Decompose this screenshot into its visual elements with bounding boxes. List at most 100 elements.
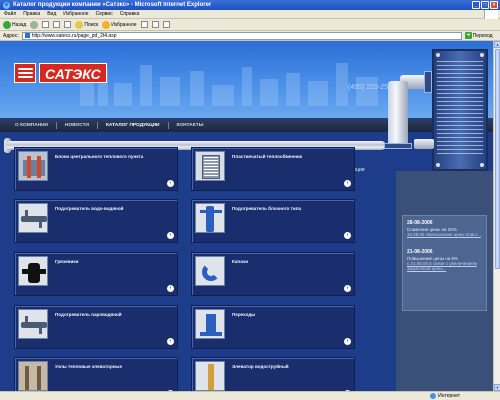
- windows-flag-icon: [484, 10, 498, 19]
- news-item: 21-08-2006 Повышение цены на 5% с 21.08.…: [403, 245, 486, 271]
- scroll-thumb[interactable]: [495, 49, 500, 269]
- product-thumbnail: [195, 256, 225, 286]
- nav-news[interactable]: НОВОСТИ: [60, 119, 94, 132]
- search-icon: [75, 20, 84, 29]
- nav-divider: [167, 122, 169, 129]
- product-name: Подогреватель блочного типа: [232, 206, 302, 211]
- product-name: Переходы: [232, 312, 256, 317]
- news-panel: 28-08-2006 Снижение цены на 20% 10.08.06…: [402, 215, 487, 311]
- zone-label: Интернет: [438, 393, 460, 399]
- product-name: Подогреватель пароводяной: [55, 312, 122, 317]
- news-link[interactable]: 10.08.06 Уменьшение цены пласт...: [407, 232, 482, 237]
- menu-help[interactable]: Справка: [120, 11, 140, 17]
- back-button[interactable]: Назад: [3, 20, 27, 29]
- product-thumbnail: [18, 203, 48, 233]
- home-icon[interactable]: [64, 21, 72, 28]
- menu-favorites[interactable]: Избранное: [63, 11, 88, 17]
- arrow-right-icon[interactable]: ›: [167, 232, 174, 239]
- news-sidebar: 28-08-2006 Снижение цены на 20% 10.08.06…: [396, 171, 493, 391]
- product-card[interactable]: Подогреватель пароводяной ›: [14, 305, 178, 349]
- vertical-scrollbar[interactable]: ▲ ▼: [493, 41, 500, 391]
- ie-logo-icon: e: [3, 1, 10, 9]
- heat-exchanger-illustration: [380, 41, 493, 171]
- site-logo[interactable]: САТЭКС: [14, 61, 126, 93]
- forward-arrow-icon[interactable]: [30, 20, 39, 29]
- product-thumbnail: [18, 361, 48, 391]
- product-name: Капачи: [232, 259, 249, 264]
- menu-file[interactable]: Файл: [4, 11, 16, 17]
- product-thumbnail: [195, 361, 225, 391]
- go-label: Переход: [472, 32, 493, 39]
- arrow-right-icon[interactable]: ›: [167, 285, 174, 292]
- product-name: Грязевики: [55, 259, 79, 264]
- product-card[interactable]: Капачи ›: [191, 252, 355, 296]
- minimize-icon[interactable]: _: [472, 1, 480, 9]
- menu-tools[interactable]: Сервис: [96, 11, 113, 17]
- nav-divider: [97, 122, 98, 129]
- address-bar: Адрес: http://www.satecs.ru/page_pd_2t4.…: [0, 31, 500, 41]
- nav-catalog[interactable]: КАТАЛОГ ПРОДУКЦИИ: [101, 119, 165, 132]
- product-thumbnail: [195, 151, 225, 181]
- nav-contacts[interactable]: КОНТАКТЫ: [172, 119, 209, 132]
- status-bar: Интернет: [0, 391, 500, 400]
- arrow-right-icon[interactable]: ›: [344, 232, 351, 239]
- scroll-up-icon[interactable]: ▲: [494, 41, 500, 48]
- nav-about[interactable]: О КОМПАНИИ: [10, 119, 53, 132]
- news-date: 21-08-2006: [407, 249, 433, 255]
- stop-icon[interactable]: [42, 21, 50, 28]
- product-name: Подогреватель водо-водяной: [55, 206, 124, 211]
- product-name: Пластинчатый теплообменник: [232, 154, 303, 159]
- address-url: http://www.satecs.ru/page_pd_2t4.asp: [31, 32, 117, 39]
- product-card[interactable]: Подогреватель водо-водяной ›: [14, 199, 178, 243]
- history-icon[interactable]: [140, 21, 148, 28]
- close-icon[interactable]: ×: [490, 1, 498, 9]
- address-label: Адрес:: [3, 32, 19, 39]
- globe-icon: [430, 393, 437, 399]
- menu-view[interactable]: Вид: [47, 11, 56, 17]
- window-controls: _ □ ×: [472, 1, 498, 9]
- product-card[interactable]: Элеватор водоструйный ›: [191, 357, 355, 391]
- mail-icon[interactable]: [151, 21, 159, 28]
- product-name: Элеватор водоструйный: [232, 364, 289, 369]
- security-zone: Интернет: [430, 393, 460, 399]
- product-card[interactable]: Узлы тепловые элеваторные ›: [14, 357, 178, 391]
- arrow-right-icon[interactable]: ›: [344, 338, 351, 345]
- star-icon: [102, 20, 111, 29]
- nav-divider: [56, 122, 57, 129]
- go-button[interactable]: ➜ Переход: [464, 32, 493, 39]
- product-card[interactable]: Пластинчатый теплообменник ›: [191, 147, 355, 191]
- back-arrow-icon: [3, 20, 11, 29]
- news-date: 28-08-2006: [407, 220, 433, 226]
- arrow-right-icon[interactable]: ›: [167, 180, 174, 187]
- search-button[interactable]: Поиск: [75, 20, 98, 29]
- product-thumbnail: [18, 256, 48, 286]
- arrow-right-icon[interactable]: ›: [344, 180, 351, 187]
- product-name: Узлы тепловые элеваторные: [55, 364, 122, 369]
- product-thumbnail: [195, 203, 225, 233]
- product-thumbnail: [18, 151, 48, 181]
- product-card[interactable]: Переходы ›: [191, 305, 355, 349]
- window-titlebar[interactable]: e Каталог продукции компании «Сатэкс» - …: [0, 0, 500, 10]
- menu-edit[interactable]: Правка: [23, 11, 40, 17]
- news-link[interactable]: с 21.08.06 в связи с увеличением закупоч…: [407, 261, 482, 271]
- window-title: Каталог продукции компании «Сатэкс» - Mi…: [13, 2, 212, 8]
- back-label: Назад: [12, 21, 27, 28]
- print-icon[interactable]: [162, 21, 170, 28]
- product-name: Блоки центрального теплового пункта: [55, 154, 144, 159]
- maximize-icon[interactable]: □: [481, 1, 489, 9]
- refresh-icon[interactable]: [53, 21, 61, 28]
- arrow-right-icon[interactable]: ›: [167, 338, 174, 345]
- arrow-right-icon[interactable]: ›: [344, 285, 351, 292]
- menu-bar: Файл Правка Вид Избранное Сервис Справка: [0, 10, 500, 19]
- product-thumbnail: [18, 309, 48, 339]
- product-card[interactable]: Грязевики ›: [14, 252, 178, 296]
- scroll-down-icon[interactable]: ▼: [494, 384, 500, 391]
- page-icon: [24, 33, 30, 38]
- news-item: 28-08-2006 Снижение цены на 20% 10.08.06…: [403, 216, 486, 237]
- address-input[interactable]: http://www.satecs.ru/page_pd_2t4.asp: [21, 31, 462, 40]
- favorites-button[interactable]: Избранное: [102, 20, 137, 29]
- logo-name: САТЭКС: [39, 63, 107, 83]
- product-card[interactable]: Блоки центрального теплового пункта ›: [14, 147, 178, 191]
- logo-waves-icon: [14, 63, 36, 83]
- product-card[interactable]: Подогреватель блочного типа ›: [191, 199, 355, 243]
